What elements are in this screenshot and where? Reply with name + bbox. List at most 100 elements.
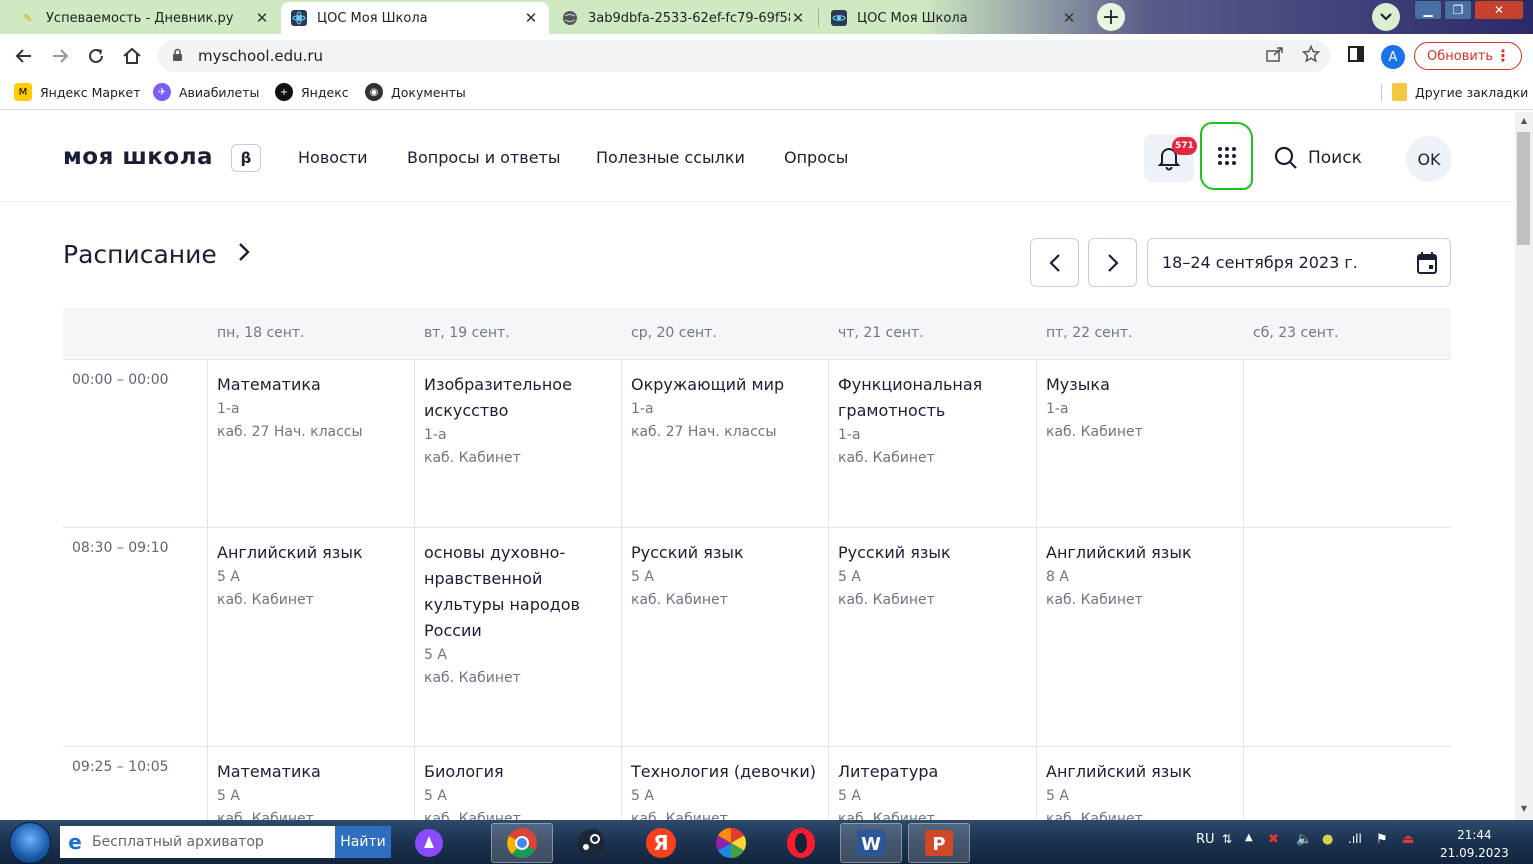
close-tab-icon[interactable]: ✕: [523, 9, 539, 27]
powerpoint-app-icon[interactable]: P: [908, 823, 970, 863]
lesson-cell[interactable]: Русский язык 5 А каб. Кабинет: [621, 528, 828, 746]
close-tab-icon[interactable]: ✕: [1061, 9, 1077, 27]
kebab-menu-icon[interactable]: ⋮: [1495, 46, 1511, 65]
bookmark-yandex-market[interactable]: М Яндекс Маркет: [14, 83, 141, 101]
nav-useful-links[interactable]: Полезные ссылки: [596, 148, 745, 167]
other-bookmarks-folder[interactable]: Другие закладки: [1392, 83, 1528, 101]
lesson-subject: Биология: [424, 762, 504, 781]
lesson-cell[interactable]: Математика 1-а каб. 27 Нач. классы: [207, 360, 414, 527]
scroll-up-arrow-icon[interactable]: ▲: [1516, 116, 1532, 130]
services-menu-button[interactable]: [1200, 122, 1253, 190]
site-logo[interactable]: моя школа: [63, 144, 213, 170]
browser-tab-dnevnik[interactable]: ✎ Успеваемость - Дневник.ру ✕: [10, 2, 280, 34]
lesson-cell[interactable]: Литература 5 А каб. Кабинет: [828, 747, 1036, 820]
system-clock[interactable]: 21:44 21.09.2023: [1440, 826, 1509, 862]
calendar-icon[interactable]: [1416, 251, 1438, 279]
myschool-favicon-icon: [291, 10, 307, 26]
nav-faq[interactable]: Вопросы и ответы: [407, 148, 561, 167]
volume-icon[interactable]: 🔈: [1296, 832, 1312, 847]
lesson-room: каб. Кабинет: [838, 811, 935, 820]
lesson-room: каб. Кабинет: [1046, 592, 1143, 608]
lesson-cell[interactable]: Английский язык 5 А каб. Кабинет: [207, 528, 414, 746]
new-tab-button[interactable]: +: [1097, 3, 1125, 31]
taskbar-search-button[interactable]: Найти: [335, 826, 391, 858]
tray-app-icon[interactable]: ●: [1322, 832, 1333, 847]
bookmark-docs[interactable]: ◉ Документы: [365, 83, 466, 101]
lesson-cell[interactable]: Функциональная грамотность 1-а каб. Каби…: [828, 360, 1036, 527]
close-tab-icon[interactable]: ✕: [254, 9, 270, 27]
forward-arrow-icon[interactable]: [48, 44, 72, 68]
profile-avatar[interactable]: A: [1381, 45, 1405, 69]
word-app-icon[interactable]: W: [840, 823, 902, 863]
share-icon[interactable]: [1263, 42, 1287, 66]
lesson-cell[interactable]: Изобразительное искусство 1-а каб. Кабин…: [414, 360, 621, 527]
schedule-title-link[interactable]: Расписание: [63, 240, 251, 269]
lesson-cell[interactable]: Биология 5 А каб. Кабинет: [414, 747, 621, 820]
lesson-cell[interactable]: Русский язык 5 А каб. Кабинет: [828, 528, 1036, 746]
chevron-right-icon: [1107, 253, 1119, 272]
week-date-picker[interactable]: 18–24 сентября 2023 г.: [1147, 238, 1451, 287]
page-viewport: моя школа β Новости Вопросы и ответы Пол…: [0, 112, 1515, 820]
lesson-cell[interactable]: Английский язык 5 А каб. Кабинет: [1036, 747, 1243, 820]
signal-icon[interactable]: .ıll: [1348, 832, 1362, 846]
scrollbar-thumb[interactable]: [1517, 132, 1530, 245]
home-icon[interactable]: [120, 44, 144, 68]
lesson-room: каб. Кабинет: [424, 670, 521, 686]
lesson-cell[interactable]: основы духовно-нравственной культуры нар…: [414, 528, 621, 746]
lesson-cell[interactable]: Математика 5 А каб. Кабинет: [207, 747, 414, 820]
tab-search-chevron-icon[interactable]: [1372, 3, 1400, 31]
address-bar[interactable]: myschool.edu.ru: [158, 40, 1330, 72]
lock-icon: [172, 48, 186, 65]
alice-app-icon[interactable]: [398, 823, 460, 863]
schedule-row: 08:30 – 09:10 Английский язык 5 А каб. К…: [63, 527, 1451, 746]
lesson-class: 5 А: [424, 647, 447, 663]
reload-icon[interactable]: [84, 44, 108, 68]
color-wheel-app-icon[interactable]: [700, 823, 762, 863]
browser-tab-myschool-active[interactable]: ЦОС Моя Школа ✕: [281, 2, 549, 34]
taskbar-search-input[interactable]: e Бесплатный архиватор: [60, 826, 335, 858]
lesson-cell[interactable]: Окружающий мир 1-а каб. 27 Нач. классы: [621, 360, 828, 527]
lesson-subject: Русский язык: [838, 543, 951, 562]
lesson-cell[interactable]: Музыка 1-а каб. Кабинет: [1036, 360, 1243, 527]
nav-news[interactable]: Новости: [298, 148, 368, 167]
antivirus-tray-icon[interactable]: ✖: [1268, 832, 1279, 847]
svg-text:W: W: [861, 834, 881, 855]
chrome-app-icon[interactable]: [491, 823, 553, 863]
svg-text:Я: Я: [653, 831, 668, 855]
tab-title: 3ab9dbfa-2533-62ef-fc79-69f58c: [588, 10, 790, 26]
lesson-class: 5 А: [838, 788, 861, 804]
bookmark-yandex[interactable]: + Яндекс: [275, 83, 349, 101]
lesson-cell[interactable]: Технология (девочки) 5 А каб. Кабинет: [621, 747, 828, 820]
lesson-class: 1-а: [838, 427, 861, 443]
back-arrow-icon[interactable]: [12, 44, 36, 68]
user-avatar[interactable]: OK: [1406, 136, 1452, 182]
steam-app-icon[interactable]: [560, 823, 622, 863]
update-browser-button[interactable]: Обновить ⋮: [1414, 42, 1522, 70]
safe-remove-icon[interactable]: ⏏: [1402, 832, 1414, 847]
side-panel-icon[interactable]: [1344, 42, 1368, 66]
language-indicator[interactable]: RU: [1196, 832, 1215, 847]
yandex-browser-app-icon[interactable]: Я: [630, 823, 692, 863]
clock-date: 21.09.2023: [1440, 846, 1509, 860]
bookmark-star-icon[interactable]: [1299, 42, 1323, 66]
clock-time: 21:44: [1457, 828, 1492, 842]
scroll-down-arrow-icon[interactable]: ▼: [1516, 804, 1532, 818]
minimize-window-button[interactable]: ▁: [1414, 0, 1442, 20]
close-window-button[interactable]: ✕: [1474, 0, 1524, 20]
maximize-window-button[interactable]: ❐: [1444, 0, 1472, 20]
day-header: сб, 23 сент.: [1253, 325, 1339, 341]
action-center-flag-icon[interactable]: ⚑: [1376, 832, 1388, 847]
bookmark-avia[interactable]: ✈ Авиабилеты: [153, 83, 259, 101]
previous-week-button[interactable]: [1030, 238, 1079, 287]
lesson-cell[interactable]: Английский язык 8 А каб. Кабинет: [1036, 528, 1243, 746]
network-icon[interactable]: ⇅: [1222, 832, 1232, 846]
opera-app-icon[interactable]: [770, 823, 832, 863]
next-week-button[interactable]: [1088, 238, 1137, 287]
browser-tab-myschool-2[interactable]: ЦОС Моя Школа ✕: [821, 2, 1087, 34]
nav-polls[interactable]: Опросы: [784, 148, 848, 167]
browser-tab-guid[interactable]: 3ab9dbfa-2533-62ef-fc79-69f58c ✕: [552, 2, 816, 34]
close-tab-icon[interactable]: ✕: [790, 9, 806, 27]
tray-expand-icon[interactable]: ▲: [1245, 832, 1253, 843]
site-search-button[interactable]: Поиск: [1274, 146, 1362, 170]
start-button[interactable]: [9, 822, 51, 864]
